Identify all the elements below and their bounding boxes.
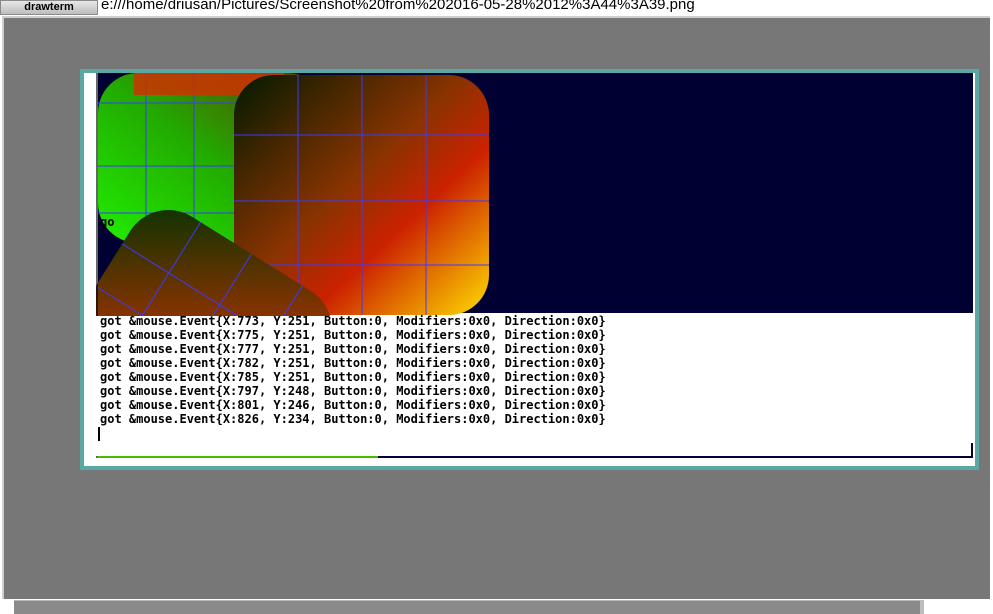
log-line: got &mouse.Event{X:785, Y:251, Button:0,… <box>100 370 606 384</box>
file-path-text: e:///home/driusan/Pictures/Screenshot%20… <box>101 0 695 13</box>
log-line: got &mouse.Event{X:782, Y:251, Button:0,… <box>100 356 606 370</box>
text-cursor <box>98 427 100 441</box>
window-content: go got &mouse.Event{X:773, Y:251, Button… <box>84 73 975 466</box>
bottom-scrollbar[interactable] <box>14 600 920 614</box>
log-line: got &mouse.Event{X:797, Y:248, Button:0,… <box>100 384 606 398</box>
partial-text: go <box>100 215 115 229</box>
bottom-scrollbar-end <box>920 600 924 614</box>
drawterm-label[interactable]: drawterm <box>0 0 98 15</box>
event-log: got &mouse.Event{X:773, Y:251, Button:0,… <box>100 314 606 426</box>
log-line: got &mouse.Event{X:801, Y:246, Button:0,… <box>100 398 606 412</box>
log-line: got &mouse.Event{X:773, Y:251, Button:0,… <box>100 314 606 328</box>
log-line: got &mouse.Event{X:775, Y:251, Button:0,… <box>100 328 606 342</box>
top-bar: drawterm e:///home/driusan/Pictures/Scre… <box>0 0 993 16</box>
program-window[interactable]: go got &mouse.Event{X:773, Y:251, Button… <box>80 69 979 470</box>
log-line: got &mouse.Event{X:826, Y:234, Button:0,… <box>100 412 606 426</box>
log-line: got &mouse.Event{X:777, Y:251, Button:0,… <box>100 342 606 356</box>
